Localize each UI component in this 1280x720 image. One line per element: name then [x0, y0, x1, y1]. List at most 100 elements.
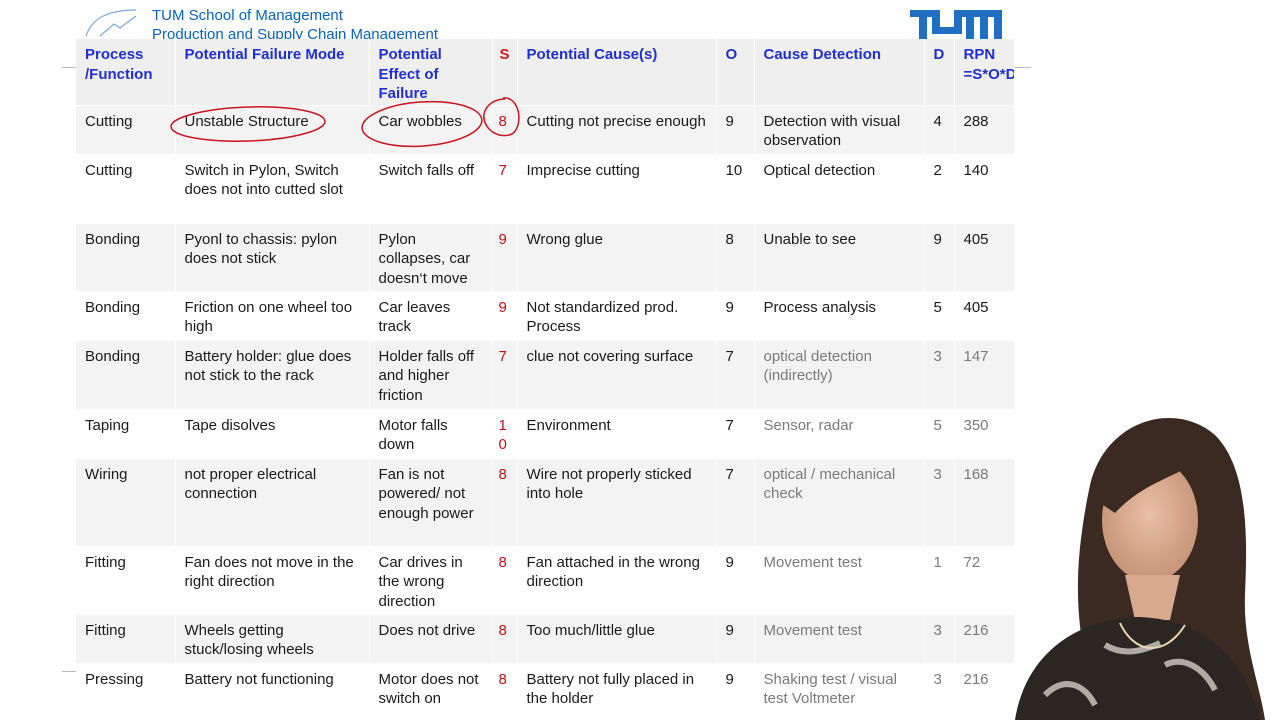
cell-cause: Environment: [517, 409, 717, 459]
cell-process: Bonding: [76, 340, 176, 410]
cell-severity: 8: [492, 105, 518, 155]
cell-process: Wiring: [76, 458, 176, 547]
slide-header: TUM School of Management Production and …: [0, 0, 1280, 40]
table-row: Wiring not proper electrical connection Fa…: [76, 458, 1015, 547]
school-subtitle: Production and Supply Chain Management: [152, 26, 439, 40]
cell-detection: Movement test: [754, 546, 925, 615]
cell-cause: Fan attached in the wrong direction: [517, 546, 717, 615]
cell-d: 3: [924, 458, 955, 547]
column-header-detection: Cause Detection: [754, 39, 925, 106]
cell-occurrence: 10: [716, 154, 755, 224]
cell-process: Fitting: [76, 614, 176, 664]
cell-process: Pressing: [76, 663, 176, 711]
cell-occurrence: 7: [716, 458, 755, 547]
cell-effect: Fan is not powered/ not enough power: [369, 458, 493, 547]
tum-logo-icon: [910, 10, 1002, 40]
cell-d: 3: [924, 340, 955, 410]
cell-failure-mode: not proper electrical connection: [175, 458, 370, 547]
cell-severity: 1 0: [492, 409, 518, 459]
cell-failure-mode: Pyonl to chassis: pylon does not stick: [175, 223, 370, 292]
cell-failure-mode: Fan does not move in the right direction: [175, 546, 370, 615]
cell-cause: Wire not properly sticked into hole: [517, 458, 717, 547]
table-row: Fitting Wheels getting stuck/losing wheel…: [76, 614, 1015, 664]
column-header-causes: Potential Cause(s): [517, 39, 717, 106]
cell-rpn: 405: [954, 291, 1015, 341]
column-header-failure-mode: Potential Failure Mode: [175, 39, 370, 106]
slide-tick-mark: [62, 671, 76, 672]
cell-detection: optical / mechanical check: [754, 458, 925, 547]
cell-cause: Not standardized prod. Process: [517, 291, 717, 341]
table-row: Cutting Switch in Pylon, Switch does not …: [76, 154, 1015, 224]
cell-d: 9: [924, 223, 955, 292]
cell-process: Cutting: [76, 154, 176, 224]
cell-d: 4: [924, 105, 955, 155]
cell-effect: Switch falls off: [369, 154, 493, 224]
column-header-d: D: [924, 39, 955, 106]
cell-detection: Movement test: [754, 614, 925, 664]
cell-failure-mode: Unstable Structure: [175, 105, 370, 155]
cell-effect: Motor falls down: [369, 409, 493, 459]
cell-occurrence: 9: [716, 546, 755, 615]
cell-severity: 8: [492, 663, 518, 711]
cell-process: Fitting: [76, 546, 176, 615]
cell-occurrence: 9: [716, 663, 755, 711]
cell-d: 5: [924, 409, 955, 459]
cell-detection: Unable to see: [754, 223, 925, 292]
cell-failure-mode: Switch in Pylon, Switch does not into cu…: [175, 154, 370, 224]
table-row: Fitting Fan does not move in the right di…: [76, 546, 1015, 615]
cell-d: 3: [924, 663, 955, 711]
cell-severity: 8: [492, 614, 518, 664]
cell-detection: Optical detection: [754, 154, 925, 224]
cell-failure-mode: Friction on one wheel too high: [175, 291, 370, 341]
column-header-effect: Potential Effect of Failure: [369, 39, 493, 106]
cell-cause: Wrong glue: [517, 223, 717, 292]
cell-d: 3: [924, 614, 955, 664]
slide-tick-mark: [62, 67, 76, 68]
cell-rpn: 288: [954, 105, 1015, 155]
cell-occurrence: 7: [716, 340, 755, 410]
cell-cause: clue not covering surface: [517, 340, 717, 410]
cell-effect: Car drives in the wrong direction: [369, 546, 493, 615]
column-header-rpn: RPN =S*O*D: [954, 39, 1015, 106]
table-row: Pressing Battery not functioning Motor doe…: [76, 663, 1015, 711]
cell-d: 1: [924, 546, 955, 615]
cell-cause: Too much/little glue: [517, 614, 717, 664]
cell-severity: 7: [492, 154, 518, 224]
fmea-table: Process /Function Potential Failure Mode…: [76, 39, 1015, 711]
column-header-process: Process /Function: [76, 39, 176, 106]
cell-detection: Detection with visual observation: [754, 105, 925, 155]
cell-detection: Process analysis: [754, 291, 925, 341]
cell-d: 2: [924, 154, 955, 224]
table-row: Bonding Battery holder: glue does not sti…: [76, 340, 1015, 410]
table-row: Bonding Pyonl to chassis: pylon does not …: [76, 223, 1015, 292]
presenter-video-image: [1015, 417, 1265, 720]
cell-occurrence: 8: [716, 223, 755, 292]
cell-failure-mode: Wheels getting stuck/losing wheels: [175, 614, 370, 664]
cell-process: Taping: [76, 409, 176, 459]
cell-failure-mode: Battery not functioning: [175, 663, 370, 711]
school-name: TUM School of Management: [152, 7, 343, 24]
cell-process: Bonding: [76, 291, 176, 341]
cell-occurrence: 9: [716, 105, 755, 155]
cell-failure-mode: Tape disolves: [175, 409, 370, 459]
cell-effect: Holder falls off and higher friction: [369, 340, 493, 410]
slide-tick-mark: [1013, 67, 1031, 68]
cell-cause: Imprecise cutting: [517, 154, 717, 224]
table-row: Cutting Unstable Structure Car wobbles 8 Cut…: [76, 105, 1015, 155]
cell-occurrence: 9: [716, 291, 755, 341]
cell-process: Bonding: [76, 223, 176, 292]
table-row: Taping Tape disolves Motor falls down 1 0 En…: [76, 409, 1015, 459]
cell-severity: 8: [492, 546, 518, 615]
tum-sm-curve-icon: [85, 9, 137, 37]
table-body: Cutting Unstable Structure Car wobbles 8 Cut…: [76, 105, 1015, 711]
cell-detection: Sensor, radar: [754, 409, 925, 459]
cell-severity: 7: [492, 340, 518, 410]
column-header-occurrence: O: [716, 39, 755, 106]
cell-severity: 8: [492, 458, 518, 547]
cell-severity: 9: [492, 291, 518, 341]
cell-process: Cutting: [76, 105, 176, 155]
cell-effect: Pylon collapses, car doesn‘t move: [369, 223, 493, 292]
table-row: Bonding Friction on one wheel too high Car…: [76, 291, 1015, 341]
cell-rpn: 405: [954, 223, 1015, 292]
cell-severity: 9: [492, 223, 518, 292]
